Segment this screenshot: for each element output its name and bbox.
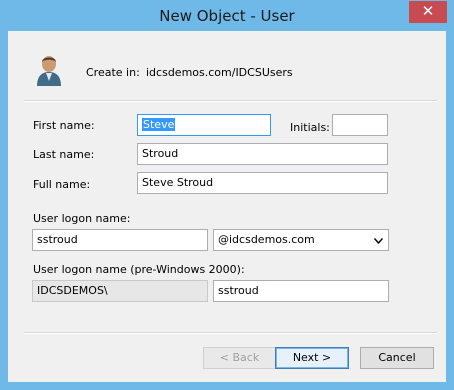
separator <box>24 332 437 334</box>
domain-value: @idcsdemos.com <box>218 233 315 246</box>
full-name-field[interactable]: Steve Stroud <box>137 172 388 194</box>
create-in-path: idcsdemos.com/IDCSUsers <box>146 66 293 79</box>
pre2000-label: User logon name (pre-Windows 2000): <box>33 263 245 276</box>
close-button[interactable]: ✕ <box>409 1 447 23</box>
last-name-label: Last name: <box>33 148 95 161</box>
window-title: New Object - User <box>159 7 295 25</box>
cancel-button[interactable]: Cancel <box>360 347 434 369</box>
next-button[interactable]: Next > <box>275 347 349 369</box>
full-name-label: Full name: <box>33 178 91 191</box>
separator <box>24 100 437 102</box>
pre2000-domain-field: IDCSDEMOS\ <box>32 280 208 302</box>
create-in-label: Create in: <box>86 66 140 79</box>
chevron-down-icon <box>374 238 383 244</box>
close-icon: ✕ <box>421 2 435 20</box>
initials-field[interactable] <box>332 114 388 136</box>
last-name-field[interactable]: Stroud <box>137 143 388 165</box>
initials-label: Initials: <box>290 121 330 134</box>
user-icon <box>37 56 61 86</box>
dialog-window: New Object - User ✕ Create in: idcsdemos… <box>0 0 454 390</box>
first-name-value: Steve <box>142 118 176 131</box>
domain-select[interactable]: @idcsdemos.com <box>213 229 389 251</box>
back-button[interactable]: < Back <box>203 347 276 369</box>
first-name-label: First name: <box>33 119 95 132</box>
pre2000-name-field[interactable]: sstroud <box>213 280 389 302</box>
logon-name-label: User logon name: <box>33 212 131 225</box>
logon-name-field[interactable]: sstroud <box>32 229 208 251</box>
dialog-body <box>8 31 446 382</box>
first-name-field[interactable]: Steve <box>137 114 271 136</box>
